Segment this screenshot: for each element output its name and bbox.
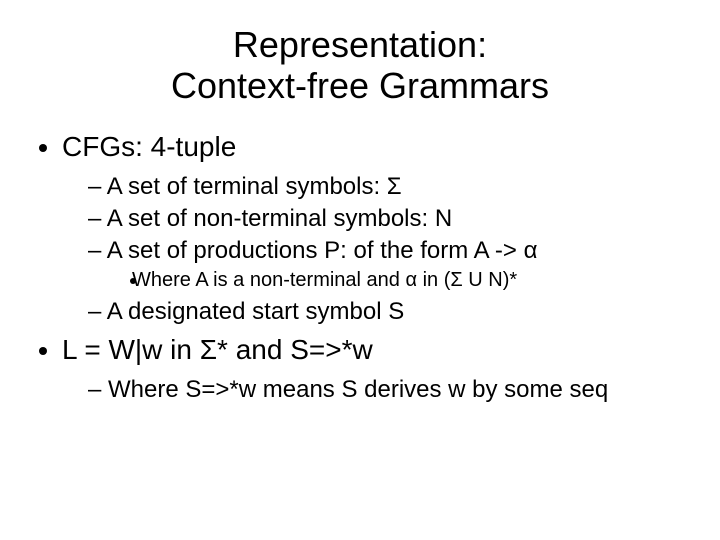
cfgs-sublist: A set of terminal symbols: Σ A set of no… bbox=[62, 173, 692, 326]
bullet-language: L = W|w in Σ* and S=>*w Where S=>*w mean… bbox=[62, 334, 692, 404]
sub-language-where: Where S=>*w means S derives w by some se… bbox=[88, 376, 692, 404]
slide-title: Representation: Context-free Grammars bbox=[28, 24, 692, 107]
bullet-list: CFGs: 4-tuple A set of terminal symbols:… bbox=[28, 131, 692, 404]
sub-terminals: A set of terminal symbols: Σ bbox=[88, 173, 692, 201]
language-sublist: Where S=>*w means S derives w by some se… bbox=[62, 376, 692, 404]
bullet-cfgs-text: CFGs: 4-tuple bbox=[62, 131, 236, 162]
sub-productions: A set of productions P: of the form A ->… bbox=[88, 237, 692, 292]
bullet-language-text: L = W|w in Σ* and S=>*w bbox=[62, 334, 373, 365]
sub-start-symbol: A designated start symbol S bbox=[88, 298, 692, 326]
title-line-1: Representation: bbox=[233, 24, 487, 65]
sub-productions-where: Where A is a non-terminal and α in (Σ U … bbox=[148, 269, 692, 292]
slide: Representation: Context-free Grammars CF… bbox=[0, 0, 720, 540]
productions-sublist: Where A is a non-terminal and α in (Σ U … bbox=[104, 269, 692, 292]
sub-nonterminals: A set of non-terminal symbols: N bbox=[88, 205, 692, 233]
sub-productions-text: A set of productions P: of the form A ->… bbox=[107, 237, 538, 264]
bullet-cfgs: CFGs: 4-tuple A set of terminal symbols:… bbox=[62, 131, 692, 326]
title-line-2: Context-free Grammars bbox=[171, 65, 549, 106]
